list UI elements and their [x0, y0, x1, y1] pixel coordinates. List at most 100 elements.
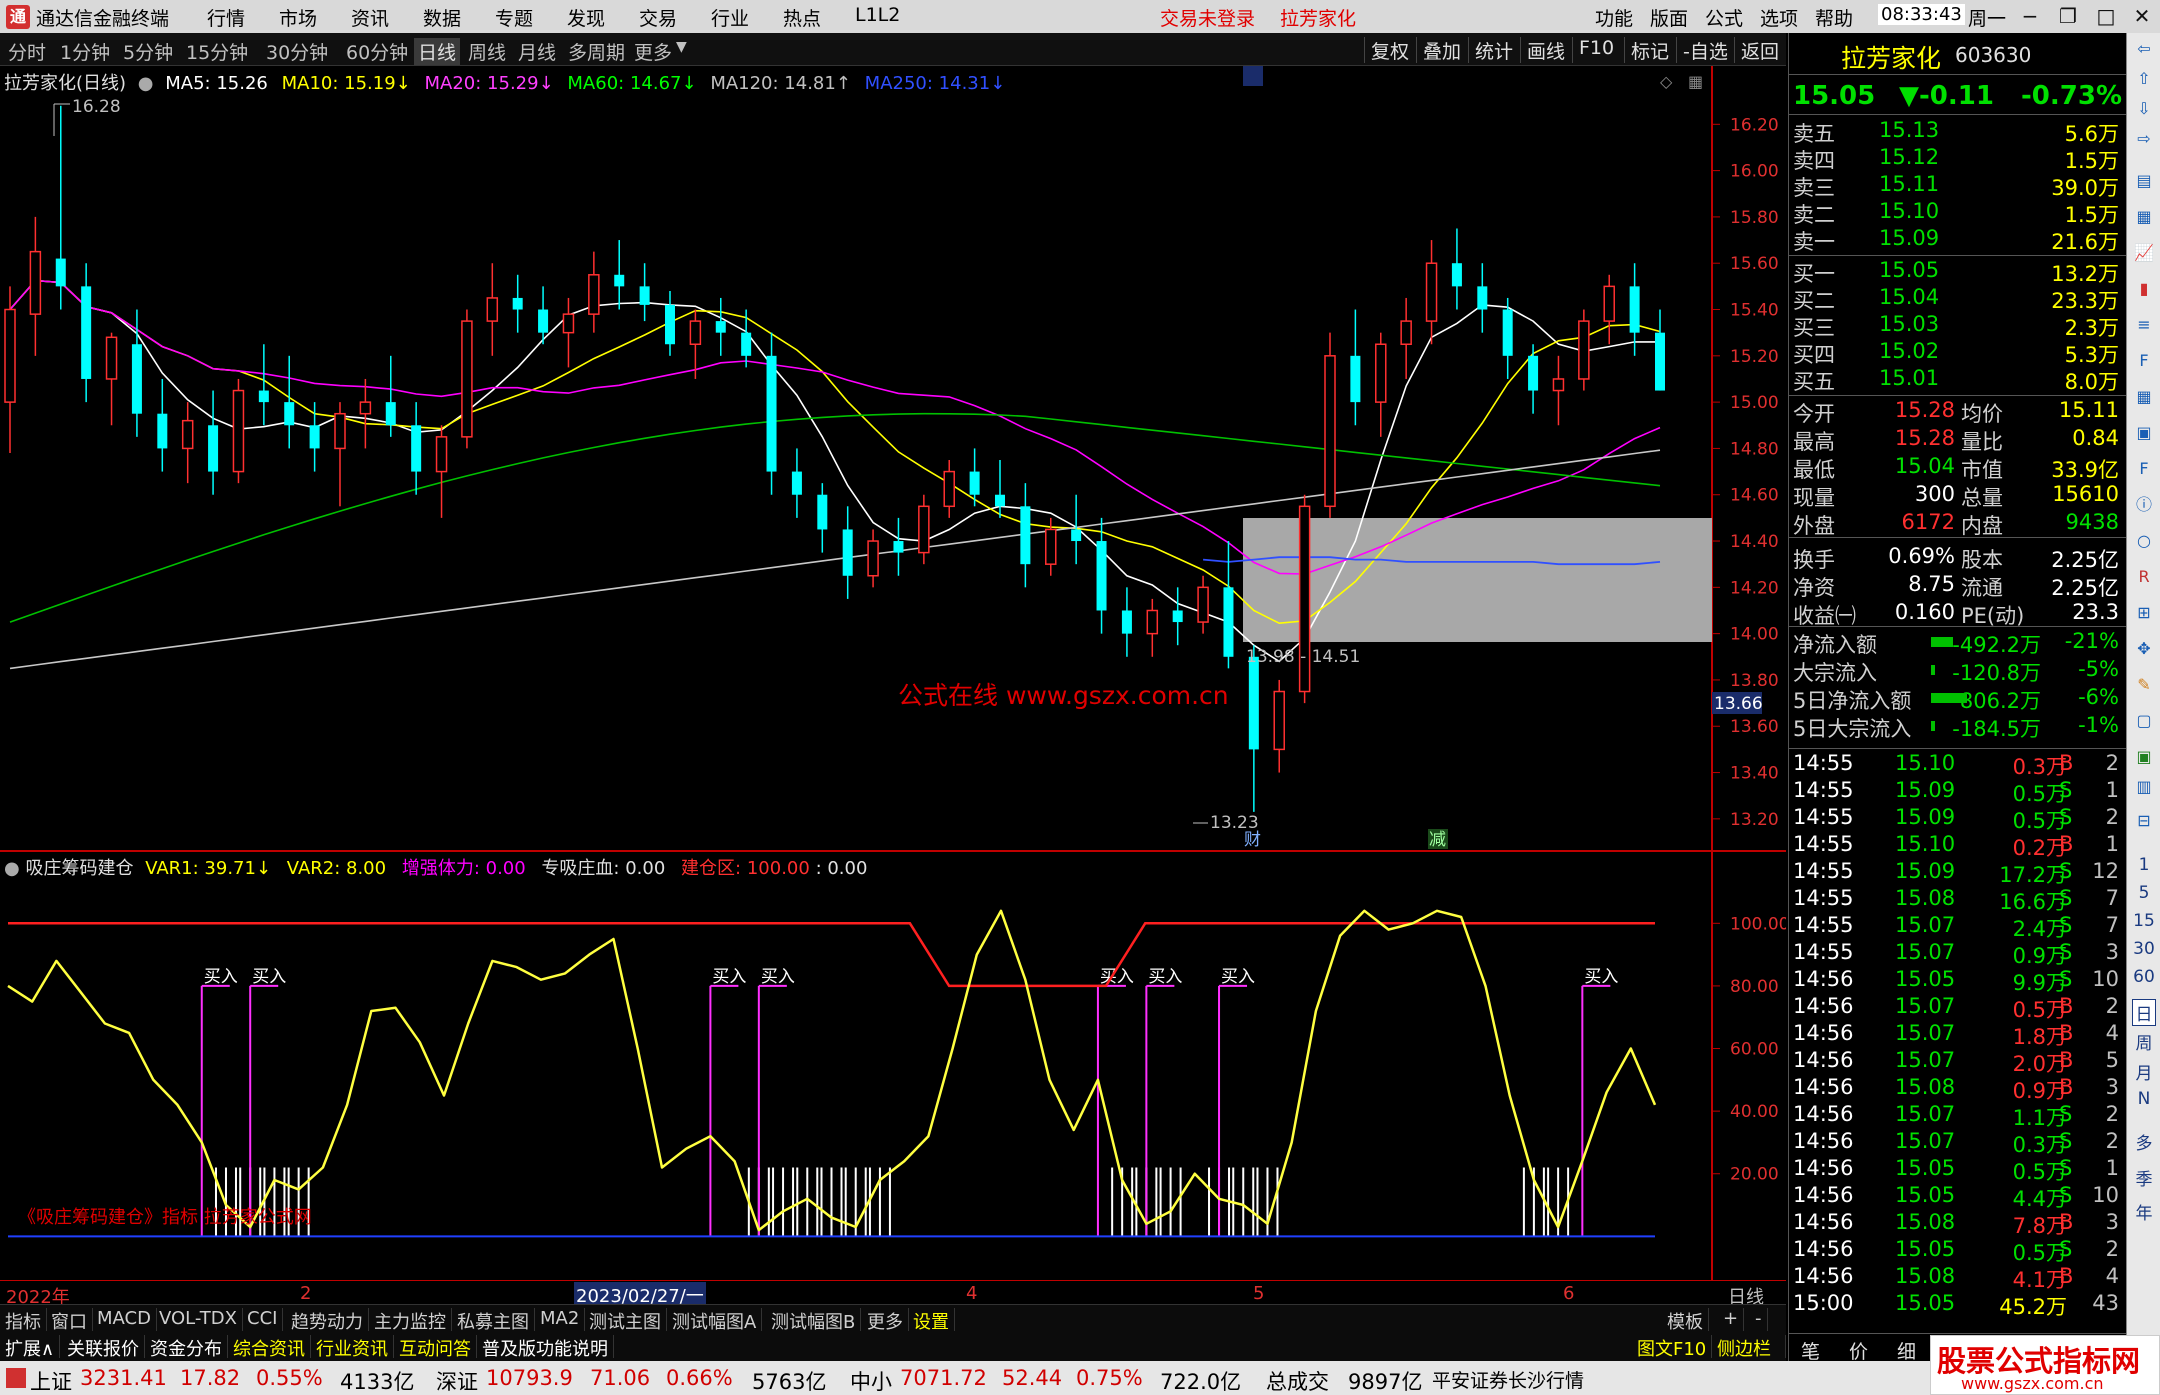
panel-tab[interactable]: 笔 — [1801, 1337, 1820, 1364]
window-icon[interactable]: ▣ — [2132, 421, 2156, 445]
move-icon[interactable]: ✥ — [2132, 637, 2156, 661]
toolbar-button[interactable]: -自选 — [1676, 37, 1734, 63]
tab[interactable]: 互动问答 — [394, 1335, 477, 1360]
index-name[interactable]: 上证 — [30, 1366, 72, 1395]
chevron-down-icon[interactable]: ▼ — [676, 39, 687, 55]
tab[interactable]: 扩展∧ — [0, 1335, 61, 1360]
menu-item[interactable]: 市场 — [279, 4, 317, 31]
app-icon[interactable]: ▣ — [2132, 745, 2156, 769]
rsi-icon[interactable]: R — [2132, 565, 2156, 589]
kline-svg[interactable]: 16.20 16.00 15.80 15.60 15.40 15.20 15.00 14.80… — [0, 66, 1786, 852]
tab[interactable]: 趋势动力 — [286, 1308, 369, 1333]
indicator-chart[interactable]: 买入 买入 买入 买入 买入 买入 买入 买入 100.00 80.00 60.00 40.00 20… — [0, 852, 1789, 1280]
page-icon[interactable]: ▢ — [2132, 709, 2156, 733]
period-15min[interactable]: 15 — [2132, 911, 2156, 931]
marker-jian[interactable]: 减 — [1429, 830, 1446, 850]
list-icon[interactable]: ≡ — [2132, 313, 2156, 337]
period-tab[interactable]: 30分钟 — [266, 38, 328, 65]
pencil-icon[interactable]: ✎ — [2132, 673, 2156, 697]
template-button[interactable]: 模板 — [1662, 1308, 1709, 1333]
menu-item[interactable]: 行情 — [207, 4, 245, 31]
arrow-up-icon[interactable]: ⇧ — [2132, 67, 2156, 91]
toolbar-button[interactable]: 标记 — [1624, 37, 1675, 63]
diamond-icon[interactable]: ◇ — [1660, 72, 1672, 91]
tab[interactable]: 私募主图 — [452, 1308, 535, 1333]
period-5min[interactable]: 5 — [2132, 883, 2156, 903]
arrow-down-icon[interactable]: ⇩ — [2132, 97, 2156, 121]
tab-settings[interactable]: 设置 — [908, 1308, 955, 1333]
period-day[interactable]: 日 — [2132, 999, 2156, 1026]
toolbar-button[interactable]: 叠加 — [1416, 37, 1467, 63]
menu-item[interactable]: 选项 — [1760, 4, 1798, 31]
arrow-right-icon[interactable]: ⇨ — [2132, 127, 2156, 151]
period-60min[interactable]: 60 — [2132, 967, 2156, 987]
grid-icon[interactable]: ▦ — [1688, 72, 1703, 91]
period-1min[interactable]: 1 — [2132, 855, 2156, 875]
marker-cai[interactable]: 财 — [1244, 830, 1261, 850]
period-month[interactable]: 月 — [2132, 1059, 2156, 1084]
menu-item[interactable]: 功能 — [1595, 4, 1633, 31]
news-icon[interactable]: ▤ — [2132, 169, 2156, 193]
minimize-icon[interactable]: − — [2012, 2, 2048, 30]
trade-status[interactable]: 交易未登录 — [1160, 4, 1255, 31]
toolbar-button[interactable]: F10 — [1572, 37, 1620, 63]
layout-icon[interactable]: ▥ — [2132, 775, 2156, 799]
menu-item[interactable]: 交易 — [639, 4, 677, 31]
period-30min[interactable]: 30 — [2132, 939, 2156, 959]
add-button[interactable]: + — [1718, 1308, 1745, 1331]
period-tab[interactable]: 多周期 — [568, 38, 625, 65]
period-tab[interactable]: 月线 — [518, 38, 556, 65]
index-name[interactable]: 中小 — [850, 1366, 892, 1395]
info-icon[interactable]: ⓘ — [2132, 493, 2156, 517]
period-year[interactable]: 年 — [2132, 1199, 2156, 1224]
menu-item[interactable]: 发现 — [567, 4, 605, 31]
tab[interactable]: 窗口 — [46, 1308, 93, 1333]
menu-item[interactable]: 公式 — [1705, 4, 1743, 31]
sidebar-toggle[interactable]: 侧边栏《 — [1712, 1335, 1786, 1386]
menu-item[interactable]: 资讯 — [351, 4, 389, 31]
remove-button[interactable]: - — [1750, 1308, 1768, 1331]
tab[interactable]: 行业资讯 — [311, 1335, 394, 1360]
period-tab[interactable]: 周线 — [468, 38, 506, 65]
f10-button[interactable]: 图文F10 — [1632, 1335, 1713, 1360]
period-tab[interactable]: 5分钟 — [123, 38, 173, 65]
tab[interactable]: 主力监控 — [369, 1308, 452, 1333]
ruler-icon[interactable]: ⊞ — [2132, 601, 2156, 625]
menu-item[interactable]: L1L2 — [855, 4, 900, 26]
tab[interactable]: VOL-TDX — [154, 1308, 243, 1331]
tab[interactable]: 指标 — [0, 1308, 47, 1333]
candle-icon[interactable]: ▮ — [2132, 277, 2156, 301]
tab[interactable]: 关联报价 — [62, 1335, 145, 1360]
menu-item[interactable]: 版面 — [1650, 4, 1688, 31]
close-icon[interactable]: ✕ — [2124, 2, 2160, 30]
menu-item[interactable]: 帮助 — [1815, 4, 1853, 31]
period-tab[interactable]: 15分钟 — [186, 38, 248, 65]
menu-item[interactable]: 数据 — [423, 4, 461, 31]
tab[interactable]: MACD — [92, 1308, 157, 1331]
period-tab[interactable]: 分时 — [8, 38, 46, 65]
index-name[interactable]: 深证 — [436, 1366, 478, 1395]
period-quarter[interactable]: 季 — [2132, 1165, 2156, 1190]
table-icon[interactable]: ▦ — [2132, 205, 2156, 229]
toolbar-button[interactable]: 返回 — [1734, 37, 1785, 63]
period-multi[interactable]: 多 — [2132, 1129, 2156, 1154]
period-more[interactable]: 更多 — [634, 38, 672, 65]
panel-tab[interactable]: 价 — [1849, 1337, 1868, 1364]
period-tab[interactable]: 1分钟 — [60, 38, 110, 65]
toolbar-button[interactable]: 画线 — [1520, 37, 1571, 63]
panel-tab[interactable]: 细 — [1897, 1337, 1916, 1364]
period-tab-active[interactable]: 日线 — [414, 38, 461, 65]
f10-icon[interactable]: F — [2132, 349, 2156, 373]
menu-item[interactable]: 热点 — [783, 4, 821, 31]
period-tab[interactable]: 60分钟 — [346, 38, 408, 65]
period-week[interactable]: 周 — [2132, 1029, 2156, 1054]
grid2-icon[interactable]: ⊟ — [2132, 809, 2156, 833]
maximize-icon[interactable]: □ — [2088, 2, 2124, 30]
tab[interactable]: CCI — [242, 1308, 284, 1331]
arrow-left-icon[interactable]: ⇦ — [2132, 37, 2156, 61]
tab[interactable]: 资金分布 — [145, 1335, 228, 1360]
line-chart-icon[interactable]: 📈 — [2132, 241, 2156, 265]
main-kline-chart[interactable]: 16.20 16.00 15.80 15.60 15.40 15.20 15.00 14.80… — [0, 66, 1786, 852]
settings-icon[interactable]: ● — [4, 858, 20, 879]
menu-item[interactable]: 行业 — [711, 4, 749, 31]
